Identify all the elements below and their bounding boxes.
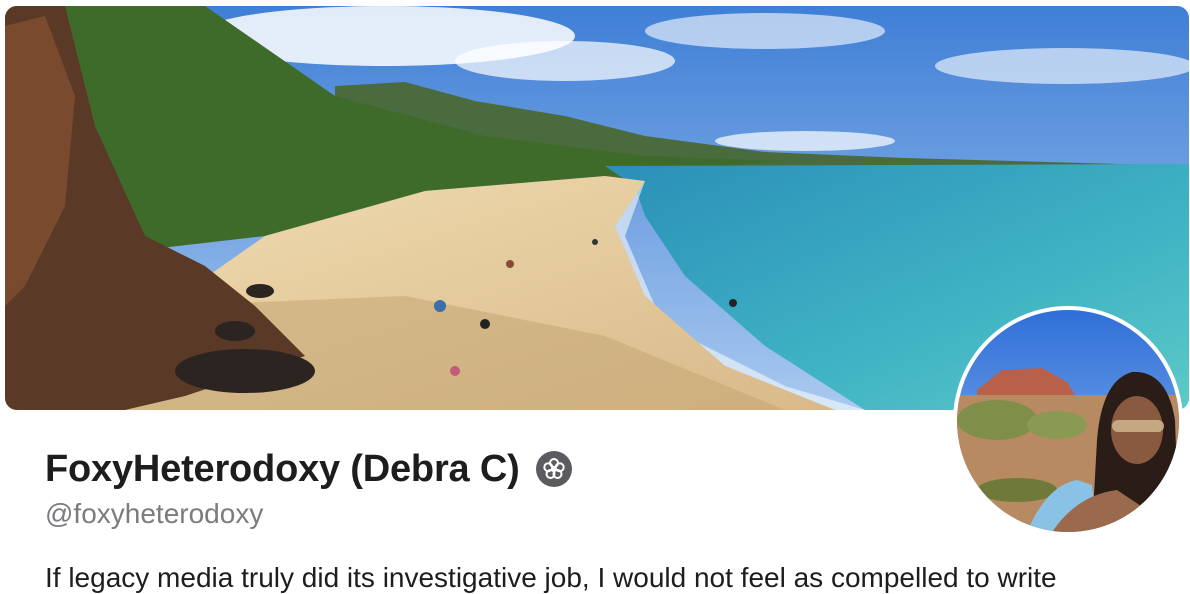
profile-bio: If legacy media truly did its investigat… bbox=[45, 562, 1057, 593]
flower-badge-icon[interactable] bbox=[535, 451, 572, 487]
user-handle: @foxyheterodoxy bbox=[45, 498, 264, 529]
name-row: FoxyHeterodoxy (Debra C) bbox=[45, 446, 572, 492]
display-name: FoxyHeterodoxy (Debra C) bbox=[45, 447, 520, 490]
profile-avatar[interactable] bbox=[953, 306, 1183, 536]
